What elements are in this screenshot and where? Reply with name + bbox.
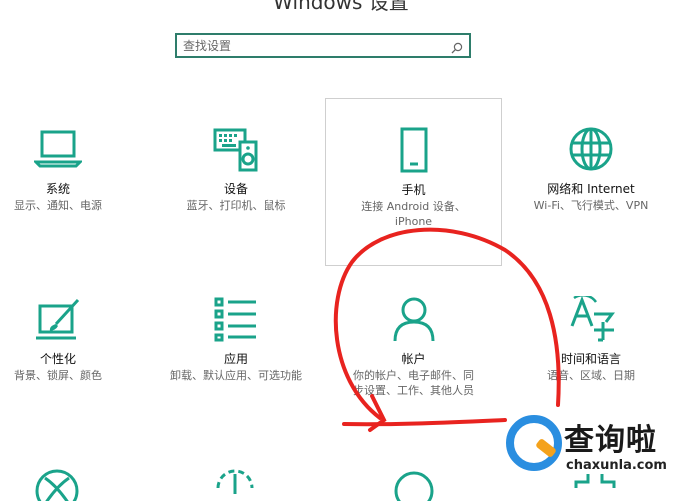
search-icon[interactable] <box>451 39 463 58</box>
tile-label: 手机 <box>401 183 426 197</box>
search-box[interactable] <box>175 33 471 58</box>
tile-description: 蓝牙、打印机、鼠标 <box>186 199 286 212</box>
globe-icon <box>503 126 679 172</box>
logo-domain: chaxunla.com <box>566 458 667 473</box>
tile-description: 连接 Android 设备、iPhone <box>361 200 466 228</box>
tile-label: 设备 <box>223 182 248 196</box>
tile-label: 时间和语言 <box>560 352 621 366</box>
tile-network[interactable]: 网络和 Internet Wi-Fi、飞行模式、VPN <box>503 98 679 266</box>
devices-icon <box>148 126 324 172</box>
tile-label: 个性化 <box>39 352 76 366</box>
tile-description: 卸载、默认应用、可选功能 <box>170 369 302 382</box>
tile-devices[interactable]: 设备 蓝牙、打印机、鼠标 <box>148 98 324 266</box>
tile-label: 帐户 <box>401 352 426 366</box>
watermark-logo: 查询啦 chaxunla.com <box>506 411 676 487</box>
search-settings-icon[interactable] <box>391 468 437 501</box>
tile-phone[interactable]: 手机 连接 Android 设备、iPhone <box>325 98 502 266</box>
tile-apps[interactable]: 应用 卸载、默认应用、可选功能 <box>148 268 324 436</box>
tile-personalization[interactable]: 个性化 背景、锁屏、颜色 <box>0 268 146 436</box>
personalize-icon <box>0 296 146 342</box>
person-icon <box>325 296 502 342</box>
ease-of-access-icon[interactable] <box>212 468 258 501</box>
tile-label: 网络和 Internet <box>547 182 635 196</box>
tile-label: 应用 <box>223 352 248 366</box>
tile-description: 背景、锁屏、颜色 <box>14 369 102 382</box>
phone-icon <box>326 127 501 173</box>
tile-system[interactable]: 系统 显示、通知、电源 <box>0 98 146 266</box>
tile-description: Wi-Fi、飞行模式、VPN <box>533 199 649 212</box>
tile-description: 你的帐户、电子邮件、同步设置、工作、其他人员 <box>353 369 474 397</box>
logo-brand: 查询啦 <box>564 423 657 458</box>
tile-description: 显示、通知、电源 <box>14 199 102 212</box>
time-language-icon <box>503 296 679 342</box>
xbox-icon[interactable] <box>34 468 80 501</box>
logo-q-icon <box>506 415 562 471</box>
window-title: Windows 设置 <box>273 0 409 14</box>
tile-description: 语音、区域、日期 <box>547 369 635 382</box>
tile-label: 系统 <box>45 182 70 196</box>
laptop-icon <box>0 126 146 172</box>
apps-list-icon <box>148 296 324 342</box>
tile-accounts[interactable]: 帐户 你的帐户、电子邮件、同步设置、工作、其他人员 <box>325 268 502 436</box>
search-input[interactable] <box>183 37 443 55</box>
